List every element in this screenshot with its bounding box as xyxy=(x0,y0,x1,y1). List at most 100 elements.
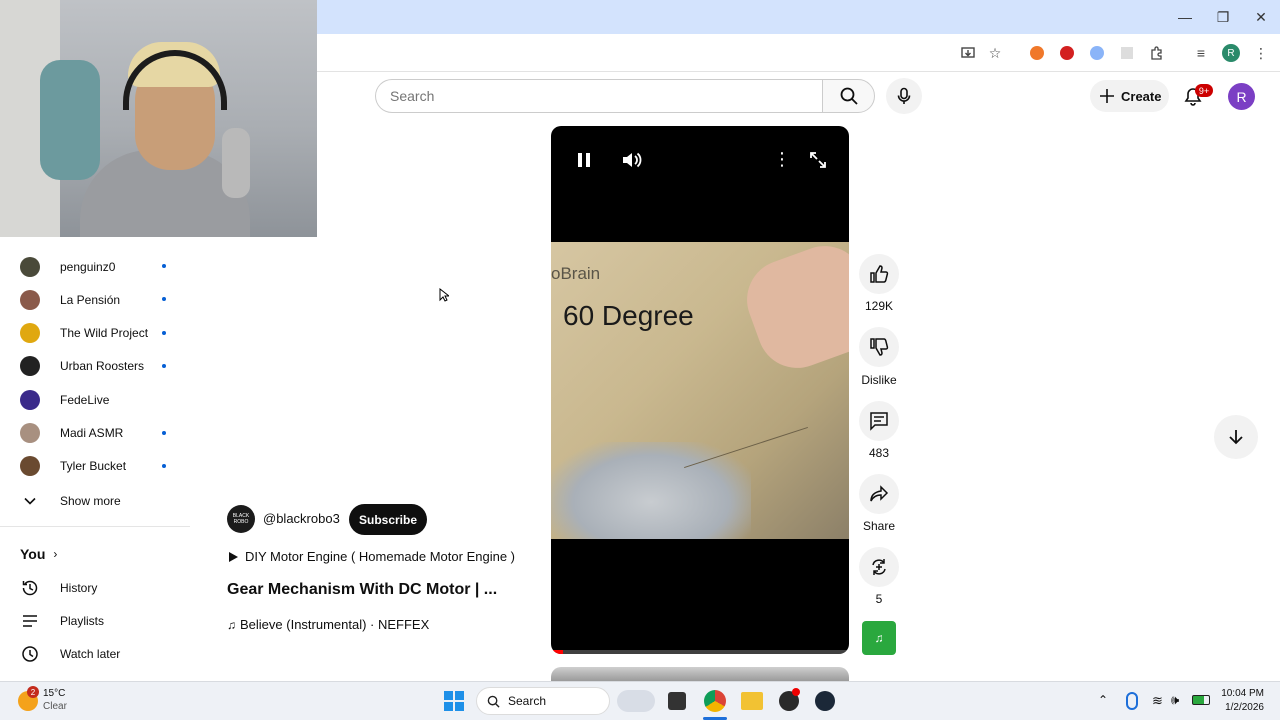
subscription-name: Tyler Bucket xyxy=(60,459,127,474)
channel-avatar-icon xyxy=(20,456,40,477)
video-frame: oBrain 60 Degree xyxy=(551,242,849,539)
sidebar-subscription-item[interactable]: Urban Roosters xyxy=(20,350,190,383)
chevron-up-icon[interactable]: ⌃ xyxy=(1098,693,1108,707)
install-app-icon[interactable] xyxy=(957,42,979,64)
sidebar-subscription-item[interactable]: La Pensión xyxy=(20,283,190,316)
notification-badge: 9+ xyxy=(1195,84,1213,97)
weather-temp[interactable]: 15°C xyxy=(43,688,65,699)
browser-menu-icon[interactable]: ⋮ xyxy=(1250,42,1272,64)
sidebar-subscription-item[interactable]: FedeLive xyxy=(20,383,190,416)
windows-taskbar: 2 15°C Clear Search ⌃ ≋ 🕪 10:04 PM 1/2/2… xyxy=(0,681,1280,720)
minimize-button[interactable]: — xyxy=(1166,0,1204,34)
file-explorer-icon[interactable] xyxy=(741,692,763,710)
comments-button[interactable] xyxy=(859,401,899,441)
channel-avatar-icon xyxy=(20,323,40,344)
weather-condition: Clear xyxy=(43,701,67,712)
volume-icon xyxy=(623,152,642,168)
sound-thumbnail[interactable]: ♫ xyxy=(862,621,896,655)
sidebar-subscription-item[interactable]: penguinz0 xyxy=(20,250,190,283)
windows-start-icon[interactable] xyxy=(444,691,464,711)
history-icon xyxy=(20,578,40,598)
sidebar-subscription-item[interactable]: Madi ASMR xyxy=(20,417,190,450)
extensions-puzzle-icon[interactable] xyxy=(1146,42,1168,64)
subscription-name: Urban Roosters xyxy=(60,359,145,374)
search-input[interactable]: Search xyxy=(375,79,823,113)
search-highlight-icon[interactable] xyxy=(617,690,655,712)
taskbar-search[interactable]: Search xyxy=(476,687,610,715)
sidebar-subscription-item[interactable]: Tyler Bucket xyxy=(20,450,190,483)
search-icon xyxy=(487,695,500,708)
more-options-icon[interactable]: ⋮ xyxy=(773,150,791,168)
music-credit[interactable]: ♫ Believe (Instrumental) · NEFFEX xyxy=(227,617,429,632)
close-window-button[interactable]: ✕ xyxy=(1242,0,1280,34)
extension-icon-3[interactable] xyxy=(1086,42,1108,64)
chrome-icon[interactable] xyxy=(704,690,726,712)
next-video-button[interactable] xyxy=(1214,415,1258,459)
search-button[interactable] xyxy=(822,79,875,113)
next-video-preview[interactable] xyxy=(551,667,849,681)
fullscreen-button[interactable] xyxy=(808,150,828,175)
shorts-video-player[interactable]: ⋮ oBrain 60 Degree xyxy=(551,126,849,654)
music-note-icon: ♫ xyxy=(227,617,236,632)
microphone-tray-icon[interactable] xyxy=(1126,692,1138,710)
bookmark-star-icon[interactable]: ☆ xyxy=(984,42,1006,64)
dislike-button[interactable] xyxy=(859,327,899,367)
media-controls-icon[interactable]: ≡ xyxy=(1190,42,1212,64)
comment-icon xyxy=(870,412,888,431)
new-content-dot xyxy=(162,463,166,468)
sidebar-item-playlists[interactable]: Playlists xyxy=(20,604,190,637)
sidebar-item-watch-later[interactable]: Watch later xyxy=(20,638,190,671)
show-more-button[interactable]: Show more xyxy=(20,484,190,517)
pause-button[interactable] xyxy=(577,152,591,173)
sidebar-item-label: History xyxy=(60,580,98,595)
channel-avatar-icon xyxy=(20,256,40,277)
you-section-header[interactable]: You › xyxy=(20,544,57,564)
like-button[interactable] xyxy=(859,254,899,294)
speaker-icon[interactable]: 🕪 xyxy=(1171,692,1179,708)
task-view-icon[interactable] xyxy=(668,692,686,710)
show-more-label: Show more xyxy=(60,493,121,508)
video-title[interactable]: Gear Mechanism With DC Motor | ... xyxy=(227,581,497,599)
browser-profile-avatar[interactable]: R xyxy=(1222,44,1240,62)
taskbar-time[interactable]: 10:04 PM xyxy=(1218,688,1264,699)
sidebar-subscription-item[interactable]: The Wild Project xyxy=(20,317,190,350)
adblock-extension-icon[interactable] xyxy=(1056,42,1078,64)
share-icon xyxy=(870,485,889,502)
dislike-label: Dislike xyxy=(861,373,897,387)
sidebar-item-label: Watch later xyxy=(60,647,121,662)
restore-button[interactable]: ❐ xyxy=(1204,0,1242,34)
steam-icon[interactable] xyxy=(815,691,835,711)
subscription-name: The Wild Project xyxy=(60,326,149,341)
webcam-background-towel xyxy=(40,60,100,180)
extension-icon-1[interactable] xyxy=(1026,42,1048,64)
channel-avatar[interactable]: BLACK ROBO xyxy=(227,505,255,533)
play-icon xyxy=(229,551,238,562)
search-placeholder: Search xyxy=(390,88,435,104)
new-content-dot xyxy=(162,363,166,368)
volume-button[interactable] xyxy=(621,150,643,175)
wifi-icon[interactable]: ≋ xyxy=(1152,693,1163,709)
weather-badge: 2 xyxy=(27,686,39,698)
battery-icon[interactable] xyxy=(1192,695,1210,705)
recording-indicator xyxy=(792,688,800,696)
subscribe-button[interactable]: Subscribe xyxy=(349,504,427,535)
sidebar-item-history[interactable]: History xyxy=(20,571,190,604)
chevron-right-icon: › xyxy=(53,547,58,561)
remix-button[interactable] xyxy=(859,547,899,587)
share-button[interactable] xyxy=(859,474,899,514)
search-icon xyxy=(840,87,858,105)
sidebar-item-label: Playlists xyxy=(60,613,105,628)
channel-avatar-icon xyxy=(20,356,40,377)
extension-icon-4[interactable] xyxy=(1116,42,1138,64)
video-hand xyxy=(735,242,849,380)
voice-search-button[interactable] xyxy=(886,78,922,114)
watch-later-icon xyxy=(20,644,40,664)
channel-name[interactable]: @blackrobo3 xyxy=(263,511,340,526)
subscription-name: La Pensión xyxy=(60,292,121,307)
channel-avatar-icon xyxy=(20,423,40,443)
create-button[interactable]: Create xyxy=(1090,80,1169,112)
account-avatar[interactable]: R xyxy=(1228,83,1255,110)
video-progress-bar[interactable] xyxy=(551,650,849,654)
playlist-link[interactable]: DIY Motor Engine ( Homemade Motor Engine… xyxy=(227,549,515,564)
music-credit-label: Believe (Instrumental) · NEFFEX xyxy=(240,617,430,632)
